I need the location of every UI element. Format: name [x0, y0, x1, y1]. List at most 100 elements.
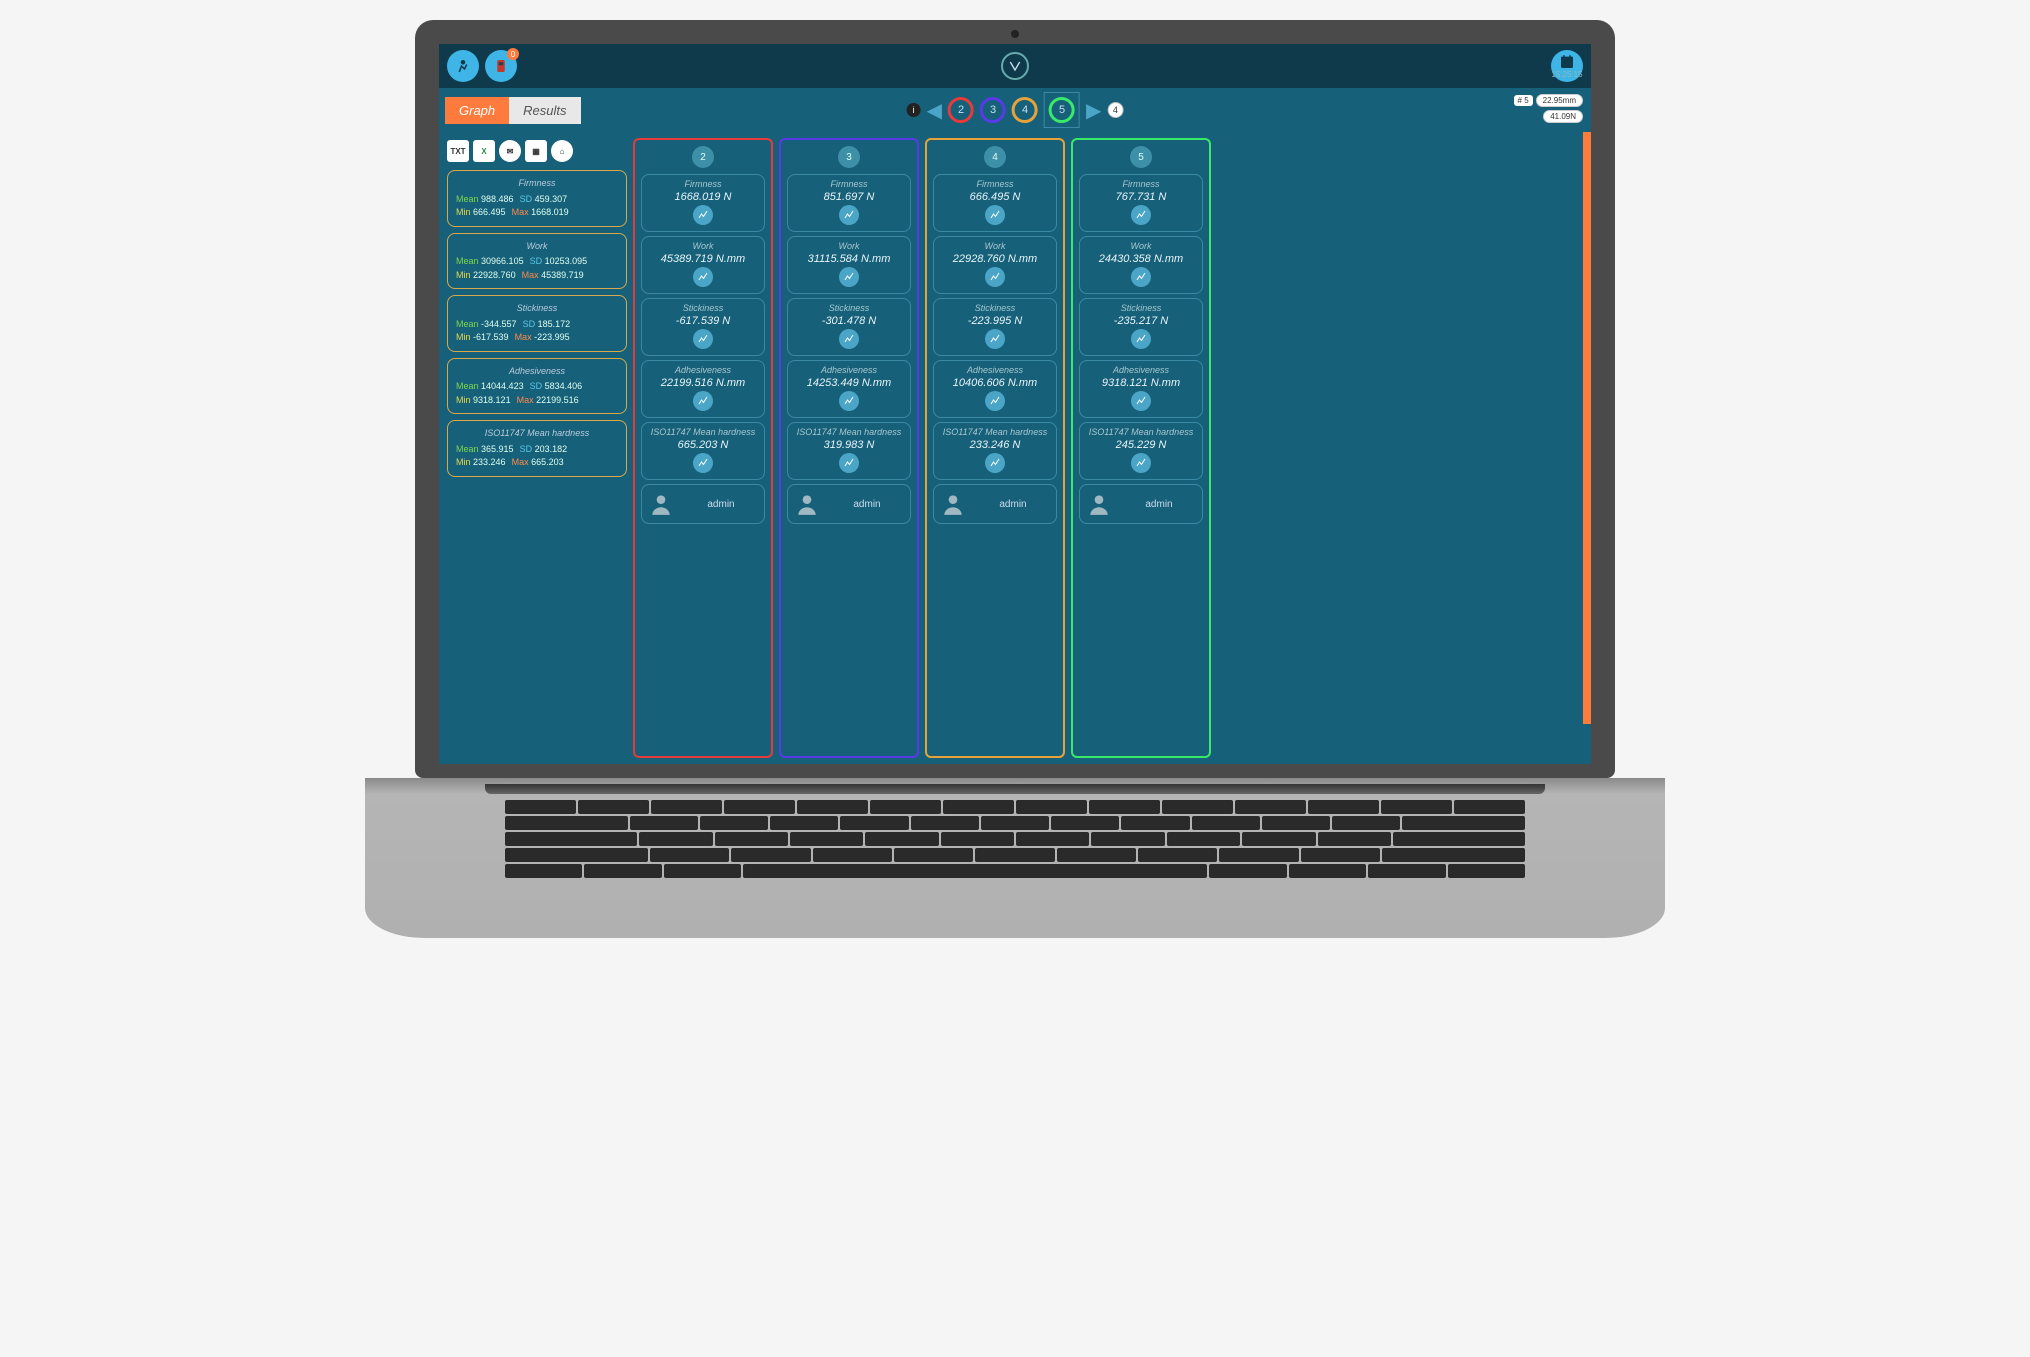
metric-card-work: Work22928.760 N.mm: [933, 236, 1057, 294]
readout-force: 41.09N: [1543, 110, 1583, 123]
metric-title: Stickiness: [938, 303, 1052, 313]
app-logo: [1001, 52, 1029, 80]
metric-value: 31115.584 N.mm: [792, 253, 906, 265]
metric-card-work: Work 45389.719 N.mm: [641, 236, 765, 294]
sample-chip[interactable]: 4: [984, 146, 1006, 168]
metric-chart-icon[interactable]: [693, 391, 713, 411]
scrollbar[interactable]: [1583, 132, 1591, 724]
tab-results[interactable]: Results: [509, 97, 580, 124]
user-icon: [794, 491, 820, 517]
sample-column-3: 3Firmness851.697 NWork31115.584 N.mmStic…: [779, 138, 919, 758]
metric-card-firmness: Firmness851.697 N: [787, 174, 911, 232]
metric-value: 24430.358 N.mm: [1084, 253, 1198, 265]
metric-chart-icon[interactable]: [1131, 453, 1151, 473]
metric-card-stickiness: Stickiness-301.478 N: [787, 298, 911, 356]
user-name: admin: [684, 499, 758, 510]
user-card: admin: [933, 484, 1057, 524]
next-sample-arrow[interactable]: ▶: [1086, 98, 1101, 123]
user-card: admin: [787, 484, 911, 524]
user-card: admin: [641, 484, 765, 524]
metric-card-stickiness: Stickiness -223.995 N: [933, 298, 1057, 356]
sub-nav: Graph Results i ◀ 2345 ▶ 4 # 5 22.95mm 4…: [439, 88, 1591, 132]
metric-value: 45389.719 N.mm: [646, 253, 760, 265]
metric-title: ISO11747 Mean hardness: [646, 427, 760, 437]
metric-title: Firmness: [646, 179, 760, 189]
metric-card-firmness: Firmness767.731 N: [1079, 174, 1203, 232]
metric-title: ISO11747 Mean hardness: [1084, 427, 1198, 437]
summary-title: ISO11747 Mean hardness: [456, 427, 618, 441]
sample-chip[interactable]: 2: [692, 146, 714, 168]
metric-title: Adhesiveness: [938, 365, 1052, 375]
metric-value: 233.246 N: [938, 439, 1052, 451]
export-xls-button[interactable]: X: [473, 140, 495, 162]
summary-card-2: StickinessMean -344.557SD 185.172Min -61…: [447, 295, 627, 352]
metric-title: Work: [646, 241, 760, 251]
export-doc-button[interactable]: ▦: [525, 140, 547, 162]
metric-chart-icon[interactable]: [1131, 391, 1151, 411]
metric-chart-icon[interactable]: [985, 205, 1005, 225]
sample-count-badge: 4: [1107, 102, 1123, 118]
sample-chip[interactable]: 3: [838, 146, 860, 168]
metric-value: 14253.449 N.mm: [792, 377, 906, 389]
metric-chart-icon[interactable]: [839, 267, 859, 287]
metric-chart-icon[interactable]: [985, 267, 1005, 287]
metric-title: Firmness: [1084, 179, 1198, 189]
run-button[interactable]: [447, 50, 479, 82]
metric-chart-icon[interactable]: [693, 205, 713, 225]
metric-value: -617.539 N: [646, 315, 760, 327]
metric-title: Firmness: [938, 179, 1052, 189]
export-txt-button[interactable]: TXT: [447, 140, 469, 162]
metric-chart-icon[interactable]: [985, 453, 1005, 473]
metric-value: 9318.121 N.mm: [1084, 377, 1198, 389]
tab-graph[interactable]: Graph: [445, 97, 509, 124]
summary-title: Adhesiveness: [456, 365, 618, 379]
metric-chart-icon[interactable]: [839, 329, 859, 349]
readout-distance: 22.95mm: [1536, 94, 1583, 107]
metric-chart-icon[interactable]: [839, 453, 859, 473]
sample-nav-circle-4[interactable]: 4: [1012, 97, 1038, 123]
metric-card-firmness: Firmness 666.495 N: [933, 174, 1057, 232]
metric-value: 245.229 N: [1084, 439, 1198, 451]
sample-column-5: 5 Firmness767.731 NWork24430.358 N.mmStic…: [1071, 138, 1211, 758]
metric-value: 1668.019 N: [646, 191, 760, 203]
live-readout: # 5 22.95mm 41.09N: [1514, 94, 1583, 123]
metric-card-firmness: Firmness 1668.019 N: [641, 174, 765, 232]
user-name: admin: [1122, 499, 1196, 510]
metric-chart-icon[interactable]: [1131, 329, 1151, 349]
calendar-button[interactable]: 15:25:15: [1551, 50, 1583, 82]
metric-chart-icon[interactable]: [693, 329, 713, 349]
metric-card-iso: ISO11747 Mean hardness665.203 N: [641, 422, 765, 480]
user-card: admin: [1079, 484, 1203, 524]
metric-title: Work: [938, 241, 1052, 251]
metric-card-adhesiveness: Adhesiveness22199.516 N.mm: [641, 360, 765, 418]
metric-value: -301.478 N: [792, 315, 906, 327]
export-mail-button[interactable]: ✉: [499, 140, 521, 162]
sample-nav-circle-3[interactable]: 3: [980, 97, 1006, 123]
metric-card-stickiness: Stickiness-235.217 N: [1079, 298, 1203, 356]
metric-chart-icon[interactable]: [1131, 267, 1151, 287]
metric-chart-icon[interactable]: [839, 205, 859, 225]
metric-card-adhesiveness: Adhesiveness9318.121 N.mm: [1079, 360, 1203, 418]
metric-chart-icon[interactable]: [1131, 205, 1151, 225]
metric-chart-icon[interactable]: [985, 329, 1005, 349]
metric-chart-icon[interactable]: [985, 391, 1005, 411]
info-icon[interactable]: i: [907, 103, 921, 117]
metric-value: -223.995 N: [938, 315, 1052, 327]
metric-title: Adhesiveness: [792, 365, 906, 375]
metric-card-work: Work24430.358 N.mm: [1079, 236, 1203, 294]
metric-card-iso: ISO11747 Mean hardness233.246 N: [933, 422, 1057, 480]
metric-chart-icon[interactable]: [839, 391, 859, 411]
prev-sample-arrow[interactable]: ◀: [927, 98, 942, 123]
metric-card-stickiness: Stickiness -617.539 N: [641, 298, 765, 356]
metric-chart-icon[interactable]: [693, 267, 713, 287]
device-button[interactable]: [485, 50, 517, 82]
home-button[interactable]: ⌂: [551, 140, 573, 162]
metric-value: 666.495 N: [938, 191, 1052, 203]
metric-title: Stickiness: [646, 303, 760, 313]
sample-nav-circle-5[interactable]: 5: [1049, 97, 1075, 123]
sample-nav-circle-2[interactable]: 2: [948, 97, 974, 123]
sample-chip[interactable]: 5: [1130, 146, 1152, 168]
export-toolbar: TXT X ✉ ▦ ⌂: [447, 138, 627, 164]
metric-chart-icon[interactable]: [693, 453, 713, 473]
metric-card-adhesiveness: Adhesiveness 14253.449 N.mm: [787, 360, 911, 418]
